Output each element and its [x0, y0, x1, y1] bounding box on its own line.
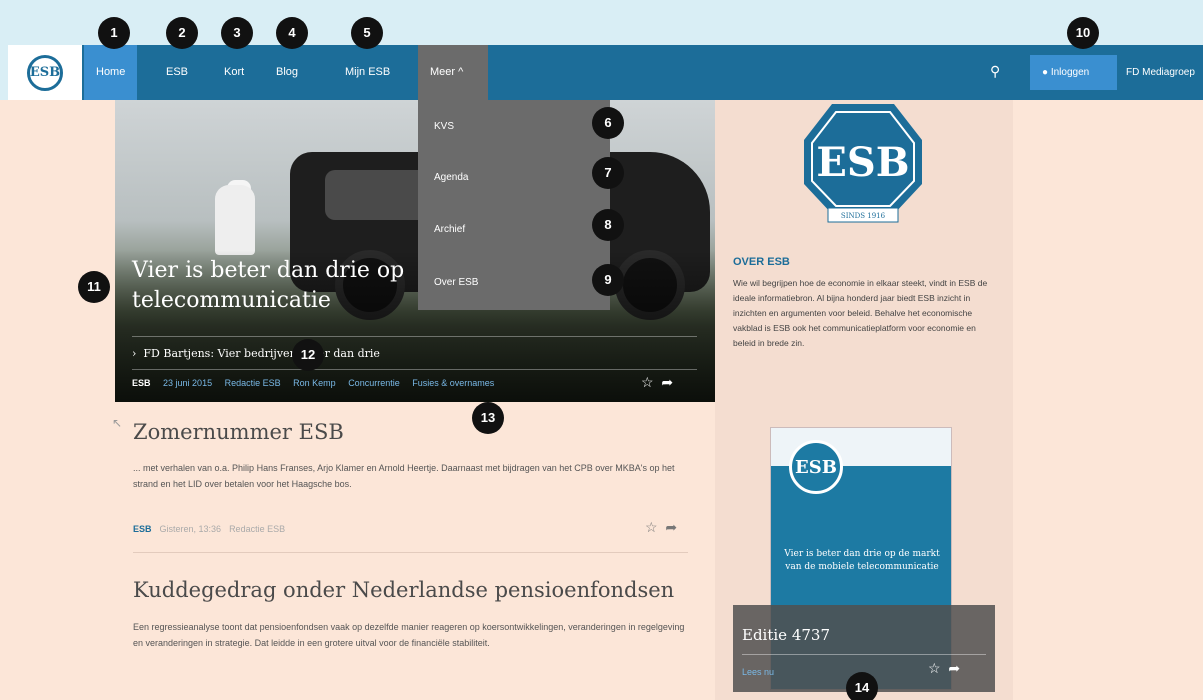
hero-meta-tag[interactable]: Concurrentie: [348, 378, 400, 388]
star-icon[interactable]: ☆: [928, 660, 941, 676]
site-logo[interactable]: ESB: [8, 45, 82, 100]
hero-article[interactable]: Vier is beter dan drie op telecommunicat…: [115, 100, 715, 402]
login-label: Inloggen: [1050, 67, 1090, 78]
crest-caption: SINDS 1916: [841, 212, 886, 220]
nav-item-meer[interactable]: Meer ^: [418, 45, 488, 100]
hero-related-label: FD Bartjens: Vier bedrijven beter dan dr…: [143, 347, 380, 360]
hero-meta: ESB 23 juni 2015 Redactie ESB Ron Kemp C…: [132, 378, 504, 388]
search-icon[interactable]: ⚲: [990, 63, 1000, 80]
annotation-marker: 10: [1067, 17, 1099, 49]
article-meta-date: Gisteren, 13:36: [159, 524, 222, 534]
edition-read-link[interactable]: Lees nu: [742, 667, 774, 677]
annotation-marker: 2: [166, 17, 198, 49]
article-excerpt: Een regressieanalyse toont dat pensioenf…: [133, 622, 685, 648]
annotation-marker: 5: [351, 17, 383, 49]
edition-label[interactable]: Editie 4737: [742, 626, 830, 644]
annotation-marker: 6: [592, 107, 624, 139]
nav-item-kort[interactable]: Kort: [212, 45, 256, 100]
hero-meta-brand[interactable]: ESB: [132, 378, 151, 388]
article-title[interactable]: Kuddegedrag onder Nederlandse pensioenfo…: [133, 578, 674, 602]
article-actions: ☆ ➦: [645, 519, 677, 536]
nav-item-blog[interactable]: Blog: [264, 45, 310, 100]
chevron-right-icon: ›: [132, 347, 144, 360]
nav-item-esb[interactable]: ESB: [154, 45, 200, 100]
meer-dropdown: KVS Agenda Archief Over ESB: [418, 100, 610, 310]
annotation-marker: 12: [292, 339, 324, 371]
edition-actions: ☆ ➦: [928, 660, 960, 677]
annotation-marker: 11: [78, 271, 110, 303]
article-meta-author[interactable]: Redactie ESB: [229, 524, 285, 534]
mouse-cursor-icon: ↖: [112, 416, 123, 430]
share-icon[interactable]: ➦: [665, 519, 677, 535]
hero-title[interactable]: Vier is beter dan drie op telecommunicat…: [132, 256, 452, 316]
user-icon: ●: [1042, 67, 1051, 78]
dropdown-item-archief[interactable]: Archief: [434, 224, 465, 235]
hero-meta-author[interactable]: Redactie ESB: [225, 378, 281, 388]
annotation-marker: 3: [221, 17, 253, 49]
article-meta-brand[interactable]: ESB: [133, 524, 152, 534]
login-button[interactable]: ● Inloggen: [1030, 55, 1117, 90]
sidebar-text: Wie wil begrijpen hoe de economie in elk…: [733, 278, 988, 348]
annotation-marker: 8: [592, 209, 624, 241]
esb-crest-icon: ESB SINDS 1916: [804, 104, 922, 223]
nav-item-mijn-esb[interactable]: Mijn ESB: [333, 45, 402, 100]
dropdown-item-over-esb[interactable]: Over ESB: [434, 277, 478, 288]
edition-logo-icon: ESB: [789, 440, 843, 494]
crest-letters: ESB: [816, 139, 909, 186]
nav-item-home[interactable]: Home: [84, 45, 138, 100]
annotation-marker: 1: [98, 17, 130, 49]
share-icon[interactable]: ➦: [661, 374, 673, 390]
edition-cover-text: Vier is beter dan drie op de markt van d…: [784, 549, 940, 572]
share-icon[interactable]: ➦: [948, 660, 960, 676]
hero-actions: ☆ ➦: [641, 374, 673, 391]
article-divider: [133, 552, 688, 553]
hero-meta-author[interactable]: Ron Kemp: [293, 378, 336, 388]
article-meta: ESB Gisteren, 13:36 Redactie ESB: [133, 524, 293, 534]
top-navbar: ESB Home ESB Kort Blog Mijn ESB Meer ^ ⚲…: [8, 45, 1203, 100]
edition-divider: [742, 654, 986, 655]
star-icon[interactable]: ☆: [641, 374, 654, 390]
hero-meta-date: 23 juni 2015: [163, 378, 213, 388]
hero-related-link[interactable]: › FD Bartjens: Vier bedrijven beter dan …: [132, 336, 697, 370]
article-excerpt: ... met verhalen van o.a. Philip Hans Fr…: [133, 463, 675, 489]
sidebar-heading: OVER ESB: [733, 256, 790, 268]
esb-logo-icon: ESB: [27, 54, 63, 91]
dropdown-item-kvs[interactable]: KVS: [434, 121, 454, 132]
fd-mediagroep-link[interactable]: FD Mediagroep: [1126, 45, 1195, 100]
annotation-marker: 14: [846, 672, 878, 700]
dropdown-item-agenda[interactable]: Agenda: [434, 172, 468, 183]
hero-image-person: [215, 185, 255, 255]
hero-meta-tag[interactable]: Fusies & overnames: [412, 378, 494, 388]
annotation-marker: 9: [592, 264, 624, 296]
esb-crest-logo: ESB SINDS 1916: [800, 96, 926, 226]
annotation-marker: 4: [276, 17, 308, 49]
star-icon[interactable]: ☆: [645, 519, 658, 535]
article-title[interactable]: Zomernummer ESB: [133, 420, 344, 444]
annotation-marker: 13: [472, 402, 504, 434]
annotation-marker: 7: [592, 157, 624, 189]
